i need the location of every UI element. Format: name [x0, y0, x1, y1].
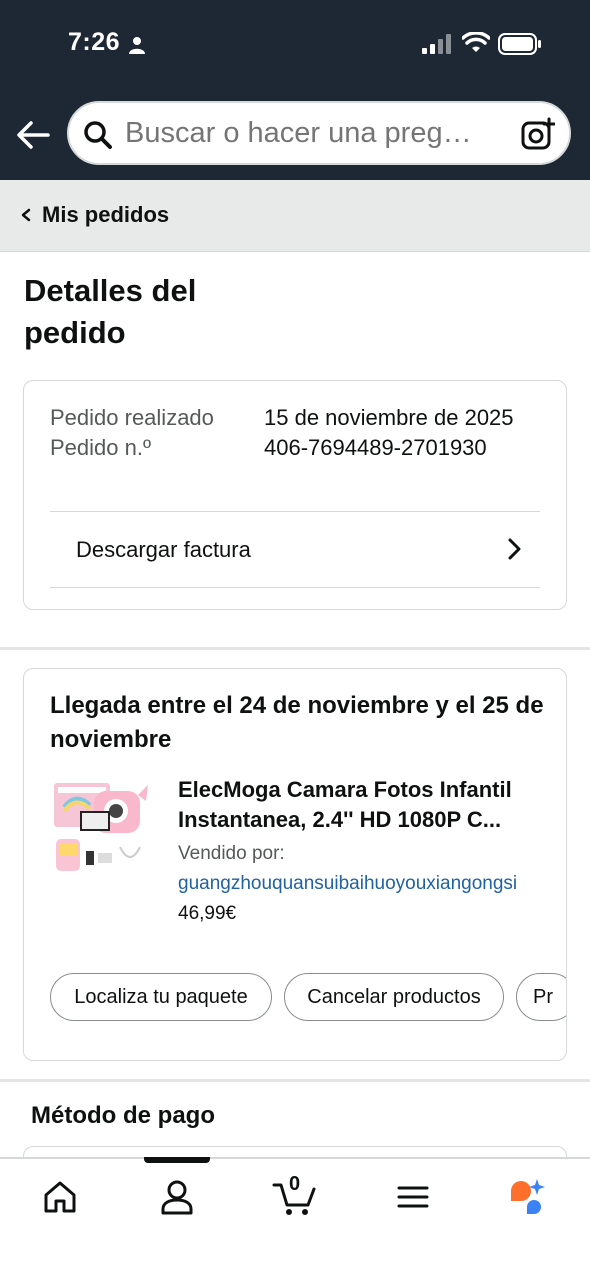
home-icon[interactable] — [40, 1177, 80, 1217]
breadcrumb-bar: Mis pedidos — [0, 180, 590, 252]
product-name[interactable]: ElecMoga Camara Fotos Infantil Instantan… — [178, 775, 550, 835]
more-actions-button[interactable]: Pr — [516, 973, 566, 1021]
order-summary-card: Pedido realizado Pedido n.º 15 de noviem… — [23, 380, 567, 610]
page-title: Detalles del pedido — [24, 273, 197, 350]
search-icon — [84, 121, 112, 149]
order-placed-date: 15 de noviembre de 2025 — [264, 405, 514, 430]
back-arrow-icon[interactable] — [14, 116, 52, 154]
person-icon — [129, 37, 145, 54]
status-time: 7:26 — [68, 28, 121, 56]
breadcrumb[interactable]: Mis pedidos — [20, 202, 169, 228]
bottom-tab-bar: 0 — [0, 1157, 590, 1280]
section-separator — [0, 647, 590, 650]
cancel-items-button[interactable]: Cancelar productos — [284, 973, 504, 1021]
camera-search-icon[interactable] — [521, 117, 555, 151]
status-bar: 7:26 — [0, 0, 590, 88]
product-image[interactable] — [50, 777, 154, 881]
menu-icon[interactable] — [393, 1177, 433, 1217]
rufus-icon[interactable] — [507, 1177, 547, 1217]
seller-label: Vendido por: — [178, 843, 285, 864]
search-bar[interactable] — [67, 101, 571, 165]
order-values: 15 de noviembre de 2025 406-7694489-2701… — [264, 403, 554, 463]
profile-icon[interactable] — [157, 1177, 197, 1217]
payment-method-title: Método de pago — [31, 1102, 215, 1129]
active-tab-indicator — [144, 1157, 210, 1163]
delivery-card: Llegada entre el 24 de noviembre y el 25… — [23, 668, 567, 1061]
divider — [50, 587, 540, 588]
breadcrumb-label: Mis pedidos — [42, 202, 170, 227]
product-name-text: ElecMoga Camara Fotos Infantil Instantan… — [178, 777, 512, 832]
product-price: 46,99€ — [178, 903, 237, 924]
signal-icon — [422, 34, 451, 54]
wifi-icon — [462, 32, 490, 52]
top-header: 7:26 — [0, 0, 590, 180]
download-invoice-row[interactable]: Descargar factura — [50, 513, 540, 587]
order-placed-label: Pedido realizado — [50, 405, 214, 430]
search-input[interactable] — [125, 117, 505, 150]
order-number: 406-7694489-2701930 — [264, 435, 487, 460]
download-invoice-label: Descargar factura — [76, 537, 251, 562]
cart-tab[interactable]: 0 — [272, 1173, 318, 1217]
seller-link[interactable]: guangzhouquansuibaihuoyouxiangongsi — [178, 873, 566, 895]
chevron-right-icon — [508, 538, 521, 560]
order-number-label: Pedido n.º — [50, 435, 151, 460]
order-labels: Pedido realizado Pedido n.º — [50, 403, 214, 463]
chevron-left-icon — [21, 208, 31, 222]
delivery-title: Llegada entre el 24 de noviembre y el 25… — [50, 692, 544, 753]
battery-icon — [498, 33, 541, 55]
section-separator — [0, 1079, 590, 1082]
divider — [50, 511, 540, 512]
track-package-button[interactable]: Localiza tu paquete — [50, 973, 272, 1021]
cart-count: 0 — [289, 1173, 301, 1195]
